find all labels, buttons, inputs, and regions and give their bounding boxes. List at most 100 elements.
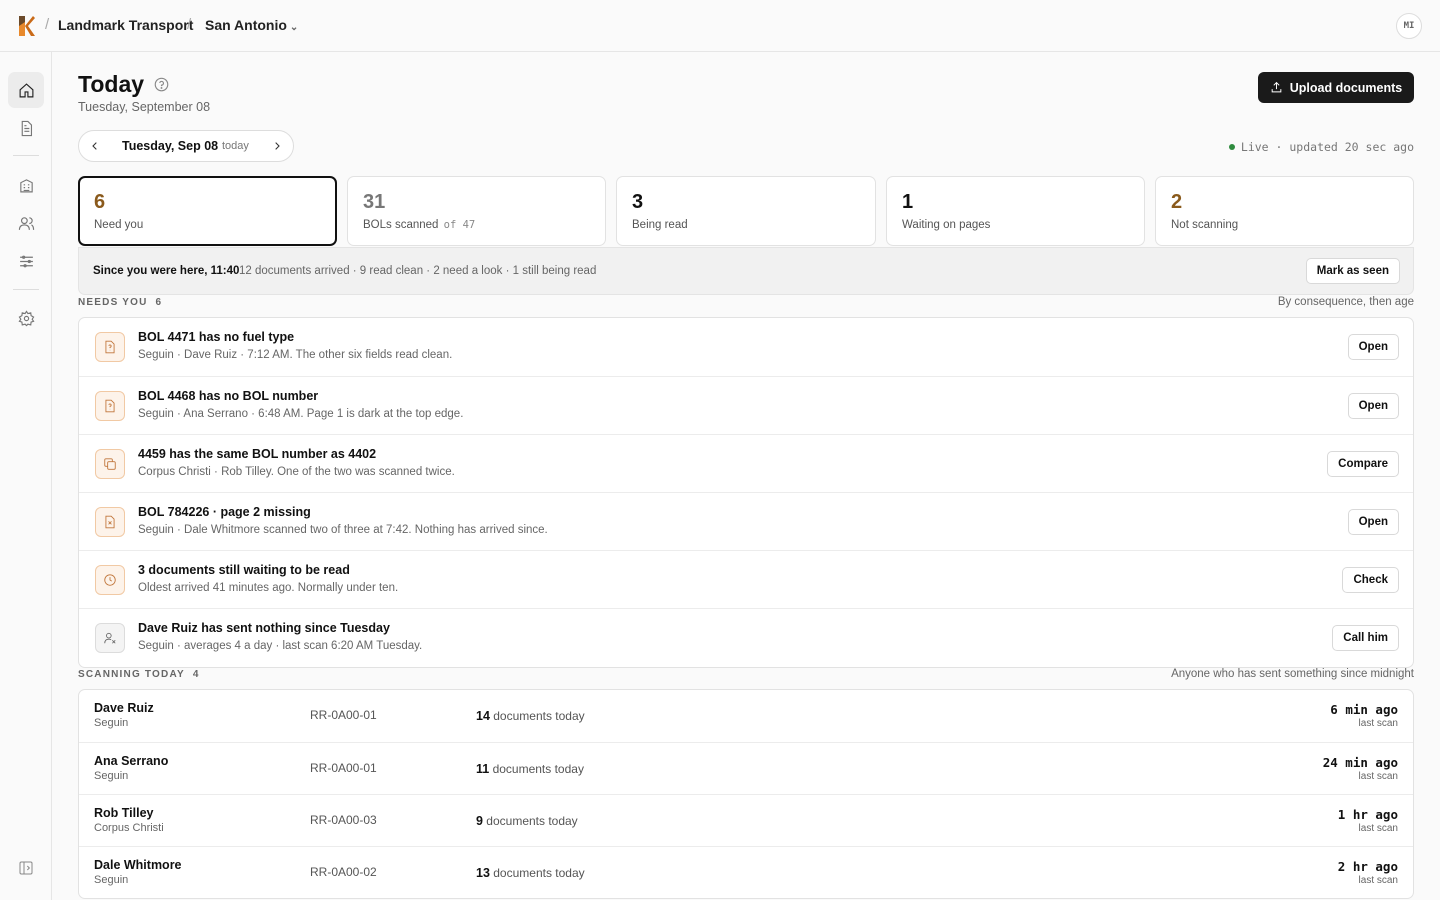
chevron-down-icon: ⌄ xyxy=(289,22,299,33)
nav-home[interactable] xyxy=(8,72,44,108)
stat-value: 3 xyxy=(632,191,644,213)
logo-icon[interactable] xyxy=(16,14,36,38)
table-row[interactable]: Dave Ruiz Seguin RR-0A00-01 14 documents… xyxy=(79,690,1413,742)
scanner-location: Corpus Christi xyxy=(94,822,164,834)
last-scan-time: 24 min ago xyxy=(1322,755,1398,770)
avatar[interactable]: MI xyxy=(1396,13,1422,39)
section-count: 4 xyxy=(192,669,200,680)
location-label: San Antonio xyxy=(205,17,287,33)
table-row[interactable]: Ana Serrano Seguin RR-0A00-01 11 documen… xyxy=(79,742,1413,794)
item-title: 3 documents still waiting to be read xyxy=(138,563,350,577)
previous-day-button[interactable] xyxy=(87,138,103,154)
live-status-text: Live · updated 20 sec ago xyxy=(1240,140,1414,154)
item-title: BOL 784226 · page 2 missing xyxy=(138,505,311,519)
sidebar-divider xyxy=(13,155,39,156)
breadcrumb-separator: / xyxy=(45,16,50,33)
docs-count: 13 documents today xyxy=(476,866,585,880)
device-id: RR-0A00-01 xyxy=(310,761,377,775)
upload-label: Upload documents xyxy=(1289,80,1403,95)
section-title: NEEDS YOU xyxy=(78,297,148,308)
docs-number: 13 xyxy=(476,866,490,880)
item-detail: Seguin · Dave Ruiz · 7:12 AM. The other … xyxy=(138,349,453,361)
list-item[interactable]: BOL 4468 has no BOL number Seguin · Ana … xyxy=(79,376,1413,434)
nav-settings[interactable] xyxy=(8,300,44,336)
scanning-table: Dave Ruiz Seguin RR-0A00-01 14 documents… xyxy=(78,689,1414,899)
chevron-right-icon xyxy=(275,142,280,150)
users-icon xyxy=(18,216,34,230)
location-switcher[interactable]: San Antonio ⌄ xyxy=(205,17,298,33)
table-row[interactable]: Dale Whitmore Seguin RR-0A00-02 13 docum… xyxy=(79,846,1413,898)
file-question-icon xyxy=(95,391,125,421)
home-icon xyxy=(19,82,33,97)
stat-label: Waiting on pages xyxy=(902,219,991,231)
stat-card-need-you[interactable]: 6 Need you xyxy=(78,176,337,246)
check-button[interactable]: Check xyxy=(1342,567,1399,593)
nav-documents[interactable] xyxy=(8,110,44,146)
list-item[interactable]: 4459 has the same BOL number as 4402 Cor… xyxy=(79,434,1413,492)
device-id: RR-0A00-03 xyxy=(310,813,377,827)
docs-suffix: documents today xyxy=(486,814,578,828)
upload-documents-button[interactable]: Upload documents xyxy=(1258,72,1414,103)
stat-card-bols-scanned[interactable]: 31 BOLs scanned of 47 xyxy=(347,176,606,246)
sliders-icon xyxy=(19,255,33,267)
item-detail: Corpus Christi · Rob Tilley. One of the … xyxy=(138,466,455,478)
device-id: RR-0A00-02 xyxy=(310,865,377,879)
open-button[interactable]: Open xyxy=(1347,334,1399,360)
sidebar-divider xyxy=(13,289,39,290)
stat-card-waiting-on-pages[interactable]: 1 Waiting on pages xyxy=(886,176,1145,246)
since-summary: 12 documents arrived · 9 read clean · 2 … xyxy=(239,265,597,277)
mark-as-seen-button[interactable]: Mark as seen xyxy=(1305,258,1400,284)
list-item[interactable]: Dave Ruiz has sent nothing since Tuesday… xyxy=(79,608,1413,666)
last-scan-label: last scan xyxy=(1358,875,1398,886)
stat-label: Being read xyxy=(632,219,688,231)
scanner-name: Ana Serrano xyxy=(94,754,169,768)
help-icon[interactable] xyxy=(154,77,169,92)
list-item[interactable]: BOL 4471 has no fuel type Seguin · Dave … xyxy=(79,318,1413,376)
document-icon xyxy=(21,120,32,136)
open-button[interactable]: Open xyxy=(1347,509,1399,535)
scanner-name: Dale Whitmore xyxy=(94,858,182,872)
scanner-location: Seguin xyxy=(94,717,129,729)
stat-value: 2 xyxy=(1171,191,1183,213)
needs-you-list: BOL 4471 has no fuel type Seguin · Dave … xyxy=(78,317,1414,668)
scanning-today-heading: SCANNING TODAY 4 xyxy=(78,669,200,680)
table-row[interactable]: Rob Tilley Corpus Christi RR-0A00-03 9 d… xyxy=(79,794,1413,846)
list-item[interactable]: 3 documents still waiting to be read Old… xyxy=(79,550,1413,608)
stat-label: Need you xyxy=(94,219,144,231)
item-detail: Seguin · Dale Whitmore scanned two of th… xyxy=(138,524,548,536)
stat-card-being-read[interactable]: 3 Being read xyxy=(616,176,876,246)
last-scan-time: 1 hr ago xyxy=(1337,807,1398,822)
upload-icon xyxy=(1271,81,1282,93)
page-title: Today xyxy=(78,71,145,97)
nav-people[interactable] xyxy=(8,205,44,241)
next-day-button[interactable] xyxy=(269,138,285,154)
gear-icon xyxy=(18,309,34,326)
sidebar-collapse-icon[interactable] xyxy=(18,860,34,876)
scanner-name: Rob Tilley xyxy=(94,806,154,820)
docs-count: 11 documents today xyxy=(476,762,584,776)
needs-sort-note: By consequence, then age xyxy=(1277,296,1414,308)
docs-suffix: documents today xyxy=(493,866,585,880)
docs-number: 11 xyxy=(476,762,490,776)
item-detail: Oldest arrived 41 minutes ago. Normally … xyxy=(138,582,399,594)
compare-button[interactable]: Compare xyxy=(1327,451,1399,477)
last-scan-time: 2 hr ago xyxy=(1337,859,1398,874)
clock-icon xyxy=(95,565,125,595)
scanner-name: Dave Ruiz xyxy=(94,701,154,715)
nav-filters[interactable] xyxy=(8,243,44,279)
last-scan-time: 6 min ago xyxy=(1330,702,1398,717)
last-scan-label: last scan xyxy=(1358,771,1398,782)
open-button[interactable]: Open xyxy=(1347,393,1399,419)
last-scan-label: last scan xyxy=(1358,823,1398,834)
top-bar: / Landmark Transport / San Antonio ⌄ MI xyxy=(0,0,1440,52)
nav-locations[interactable] xyxy=(8,167,44,203)
list-item[interactable]: BOL 784226 · page 2 missing Seguin · Dal… xyxy=(79,492,1413,550)
page-subtitle: Tuesday, September 08 xyxy=(78,100,211,114)
breadcrumb-org[interactable]: Landmark Transport xyxy=(58,17,193,33)
section-count: 6 xyxy=(155,297,163,308)
item-title: Dave Ruiz has sent nothing since Tuesday xyxy=(138,621,390,635)
item-detail: Seguin · Ana Serrano · 6:48 AM. Page 1 i… xyxy=(138,408,464,420)
stat-card-not-scanning[interactable]: 2 Not scanning xyxy=(1155,176,1414,246)
call-him-button[interactable]: Call him xyxy=(1332,625,1399,651)
building-icon xyxy=(19,178,33,192)
